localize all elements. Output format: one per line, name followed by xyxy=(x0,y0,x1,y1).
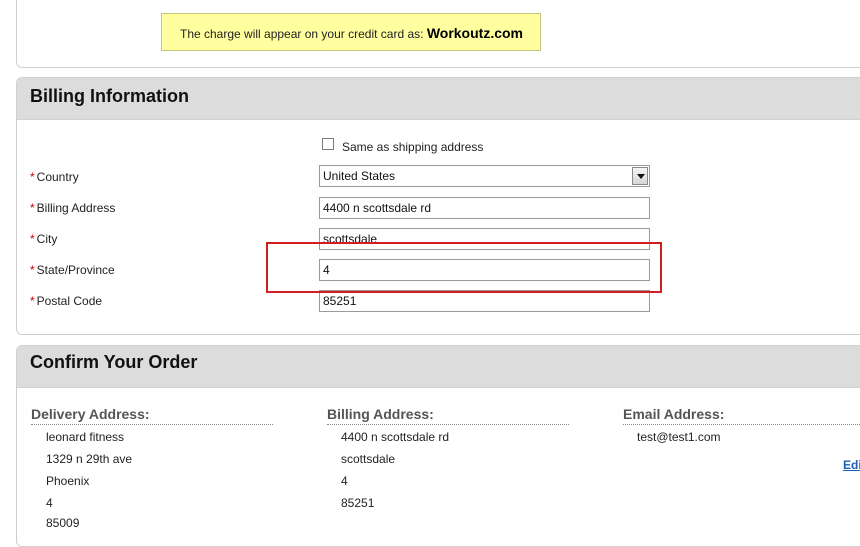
postal-code-label-text: Postal Code xyxy=(36,294,103,308)
billing-address-heading: Billing Address: xyxy=(327,406,569,425)
charge-brand: Workoutz.com xyxy=(426,25,524,41)
delivery-line: 4 xyxy=(46,496,53,510)
city-label-text: City xyxy=(36,232,58,246)
same-as-shipping-label: Same as shipping address xyxy=(342,140,484,154)
edit-link[interactable]: Edi xyxy=(843,458,860,472)
same-as-shipping-checkbox[interactable] xyxy=(322,138,334,150)
required-marker: * xyxy=(30,232,35,246)
billing-line: 4 xyxy=(341,474,348,488)
postal-code-label: * Postal Code xyxy=(30,294,102,308)
email-address-heading: Email Address: xyxy=(623,406,860,425)
delivery-line: leonard fitness xyxy=(46,430,125,444)
highlight-annotation-box xyxy=(266,242,662,293)
state-label-text: State/Province xyxy=(36,263,115,277)
billing-line: 85251 xyxy=(341,496,375,510)
delivery-line: Phoenix xyxy=(46,474,90,488)
country-label: * Country xyxy=(30,170,79,184)
billing-address-input[interactable] xyxy=(319,197,650,219)
email-value: test@test1.com xyxy=(637,430,721,444)
city-label: * City xyxy=(30,232,57,246)
chevron-down-icon[interactable] xyxy=(632,167,648,185)
required-marker: * xyxy=(30,170,35,184)
required-marker: * xyxy=(30,294,35,308)
delivery-address-heading: Delivery Address: xyxy=(31,406,273,425)
confirm-order-title: Confirm Your Order xyxy=(17,346,860,388)
postal-code-input[interactable] xyxy=(319,290,650,312)
state-label: * State/Province xyxy=(30,263,115,277)
required-marker: * xyxy=(30,263,35,277)
country-selected-value: United States xyxy=(323,169,396,183)
billing-information-title: Billing Information xyxy=(17,78,860,120)
billing-line: 4400 n scottsdale rd xyxy=(341,430,450,444)
billing-line: scottsdale xyxy=(341,452,396,466)
charge-note-text: The charge will appear on your credit ca… xyxy=(180,27,424,41)
billing-address-label-text: Billing Address xyxy=(36,201,116,215)
charge-descriptor-note: The charge will appear on your credit ca… xyxy=(161,13,541,51)
billing-address-label: * Billing Address xyxy=(30,201,115,215)
country-select[interactable]: United States xyxy=(319,165,650,187)
confirm-order-panel: Confirm Your Order xyxy=(16,345,860,547)
required-marker: * xyxy=(30,201,35,215)
country-label-text: Country xyxy=(36,170,79,184)
delivery-line: 1329 n 29th ave xyxy=(46,452,133,466)
delivery-line: 85009 xyxy=(46,516,80,530)
